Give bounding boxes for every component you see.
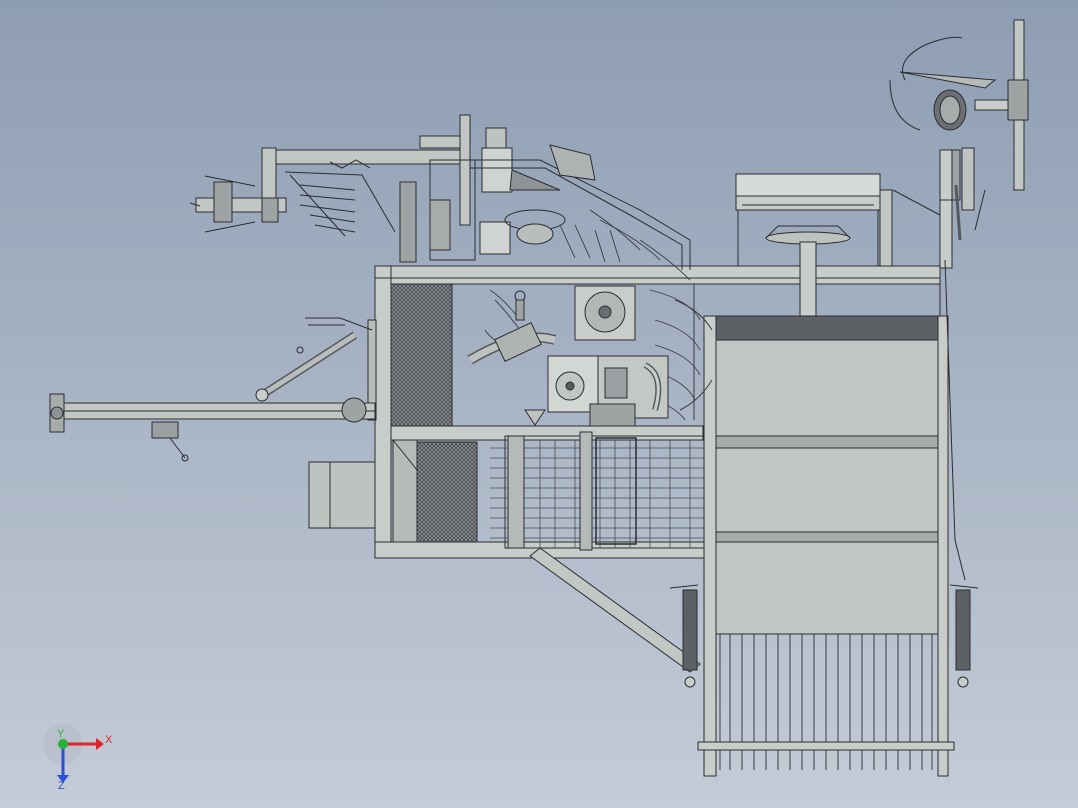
triad-y-axis (58, 739, 68, 749)
comb-mechanism (490, 431, 706, 551)
triad-y-label: Y (57, 728, 65, 740)
support-strut (529, 547, 701, 673)
gripper-arm (189, 114, 471, 237)
central-gearbox (467, 285, 669, 427)
mesh-screen-lower (416, 441, 478, 543)
mesh-screen-upper (390, 283, 453, 427)
triad-x-arrow (96, 738, 104, 750)
motor-box (308, 461, 376, 529)
drawbar (49, 393, 376, 462)
coordinate-triad: X Y Z (43, 724, 113, 792)
hydraulic-cylinder-left (255, 317, 373, 402)
conveyor-rods (697, 634, 955, 770)
cad-viewport[interactable]: X Y Z (0, 0, 1078, 808)
triad-x-label: X (105, 734, 113, 746)
machine-assembly (49, 19, 1029, 777)
operator-hood (735, 173, 893, 317)
triad-z-label: Z (58, 780, 65, 792)
